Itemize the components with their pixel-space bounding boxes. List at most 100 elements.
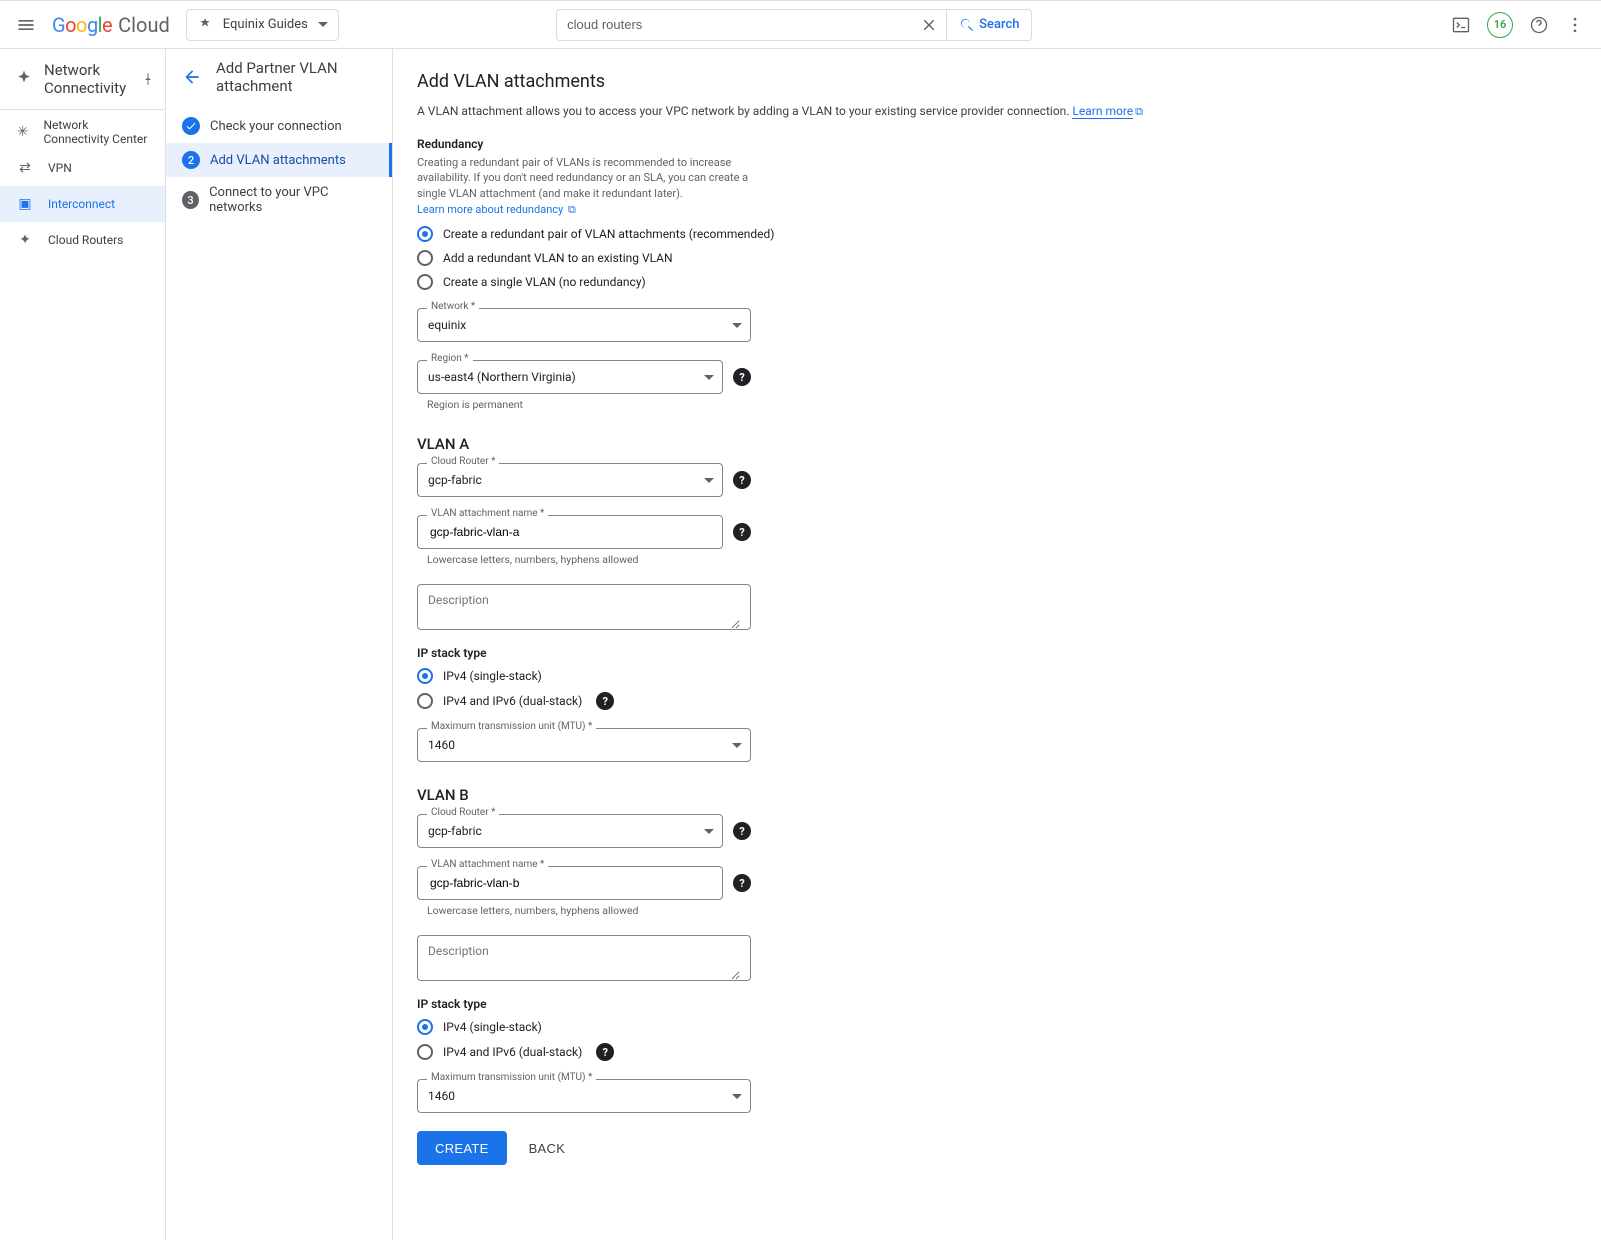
network-label: Network * — [427, 301, 479, 312]
project-selector[interactable]: Equinix Guides — [186, 9, 339, 41]
mtu-label: Maximum transmission unit (MTU) * — [427, 721, 596, 732]
clear-search-icon[interactable] — [920, 16, 938, 34]
vlan-b-mtu-select[interactable]: 1460 — [417, 1079, 751, 1113]
redundancy-radio-add-existing[interactable]: Add a redundant VLAN to an existing VLAN — [417, 250, 1169, 266]
cloud-router-label: Cloud Router * — [427, 456, 499, 467]
mtu-label: Maximum transmission unit (MTU) * — [427, 1072, 596, 1083]
search-icon — [959, 17, 975, 33]
project-label: Equinix Guides — [223, 17, 308, 32]
search-input-container — [556, 9, 946, 41]
step-connect-vpc[interactable]: 3 Connect to your VPC networks — [166, 177, 392, 223]
vlan-b-description-box — [417, 935, 751, 981]
chevron-down-icon — [704, 829, 714, 834]
wizard-stepper: Add Partner VLAN attachment Check your c… — [166, 49, 393, 1240]
radio-icon — [417, 274, 433, 290]
main-content: Add VLAN attachments A VLAN attachment a… — [393, 49, 1193, 1240]
ip-stack-heading: IP stack type — [417, 997, 1169, 1011]
back-button[interactable]: BACK — [523, 1140, 572, 1157]
page-subtitle: A VLAN attachment allows you to access y… — [417, 102, 1169, 121]
routers-icon: ✦ — [16, 231, 34, 249]
vlan-b-ipv4-radio[interactable]: IPv4 (single-stack) — [417, 1019, 1169, 1035]
step-add-vlan[interactable]: 2 Add VLAN attachments — [166, 143, 392, 177]
vlan-b-title: VLAN B — [417, 786, 1169, 804]
trial-badge[interactable]: 16 — [1487, 12, 1513, 38]
vlan-a-cloud-router-select[interactable]: gcp-fabric — [417, 463, 723, 497]
hub-icon: ✳ — [16, 123, 29, 141]
page-title: Add VLAN attachments — [417, 71, 1169, 92]
vlan-a-title: VLAN A — [417, 435, 1169, 453]
nav-item-vpn[interactable]: ⇄ VPN — [0, 150, 165, 186]
learn-more-link[interactable]: Learn more — [1072, 104, 1133, 119]
step-badge-2: 2 — [182, 151, 200, 169]
help-icon[interactable]: ? — [596, 1043, 614, 1061]
pin-icon[interactable] — [141, 72, 155, 86]
nav-item-ncc[interactable]: ✳ Network Connectivity Center — [0, 114, 165, 150]
vlan-b-description-input[interactable] — [428, 936, 740, 980]
radio-icon — [417, 250, 433, 266]
vlan-b-dual-radio[interactable]: IPv4 and IPv6 (dual-stack) ? — [417, 1043, 1169, 1061]
external-link-icon: ⧉ — [1135, 105, 1143, 118]
back-arrow-icon[interactable] — [182, 67, 202, 87]
radio-icon — [417, 668, 433, 684]
search-input[interactable] — [565, 16, 920, 33]
region-label: Region * — [427, 353, 473, 364]
cloud-shell-icon[interactable] — [1451, 15, 1471, 35]
network-select[interactable]: equinix — [417, 308, 751, 342]
vlan-a-name-field — [417, 515, 723, 549]
region-select[interactable]: us-east4 (Northern Virginia) — [417, 360, 723, 394]
header-utilities: 16 — [1451, 12, 1585, 38]
step-badge-3: 3 — [182, 191, 199, 209]
global-header: Google Cloud Equinix Guides Search 16 — [0, 1, 1601, 49]
vlan-a-dual-radio[interactable]: IPv4 and IPv6 (dual-stack) ? — [417, 692, 1169, 710]
chevron-down-icon — [732, 1094, 742, 1099]
vlan-a-name-input[interactable] — [428, 524, 714, 540]
help-icon[interactable] — [1529, 15, 1549, 35]
vlan-a-ipv4-radio[interactable]: IPv4 (single-stack) — [417, 668, 1169, 684]
menu-icon[interactable] — [16, 15, 36, 35]
vlan-a-description-box — [417, 584, 751, 630]
attach-name-label: VLAN attachment name * — [427, 859, 548, 870]
vlan-a-description-input[interactable] — [428, 585, 740, 629]
help-icon[interactable]: ? — [596, 692, 614, 710]
cloud-router-label: Cloud Router * — [427, 807, 499, 818]
interconnect-icon: ▣ — [16, 195, 34, 213]
chevron-down-icon — [732, 323, 742, 328]
help-icon[interactable]: ? — [733, 471, 751, 489]
chevron-down-icon — [318, 22, 328, 27]
ip-stack-heading: IP stack type — [417, 646, 1169, 660]
help-icon[interactable]: ? — [733, 822, 751, 840]
help-icon[interactable]: ? — [733, 874, 751, 892]
search-button-label: Search — [979, 17, 1019, 32]
redundancy-radio-single[interactable]: Create a single VLAN (no redundancy) — [417, 274, 1169, 290]
help-icon[interactable]: ? — [733, 368, 751, 386]
radio-icon — [417, 1019, 433, 1035]
nav-item-cloud-routers[interactable]: ✦ Cloud Routers — [0, 222, 165, 258]
step-check-connection[interactable]: Check your connection — [166, 109, 392, 143]
step-badge-done — [182, 117, 200, 135]
name-hint: Lowercase letters, numbers, hyphens allo… — [427, 553, 1169, 566]
chevron-down-icon — [732, 743, 742, 748]
chevron-down-icon — [704, 478, 714, 483]
vlan-b-cloud-router-select[interactable]: gcp-fabric — [417, 814, 723, 848]
search-button[interactable]: Search — [946, 9, 1032, 41]
project-icon — [197, 17, 213, 33]
vlan-b-name-field — [417, 866, 723, 900]
nav-item-interconnect[interactable]: ▣ Interconnect — [0, 186, 165, 222]
network-connectivity-icon — [14, 69, 34, 89]
stepper-title: Add Partner VLAN attachment — [216, 59, 376, 95]
product-side-nav: Network Connectivity ✳ Network Connectiv… — [0, 49, 166, 1240]
region-hint: Region is permanent — [427, 398, 1169, 411]
chevron-down-icon — [704, 375, 714, 380]
more-icon[interactable] — [1565, 15, 1585, 35]
help-icon[interactable]: ? — [733, 523, 751, 541]
vlan-b-name-input[interactable] — [428, 875, 714, 891]
name-hint: Lowercase letters, numbers, hyphens allo… — [427, 904, 1169, 917]
vlan-a-mtu-select[interactable]: 1460 — [417, 728, 751, 762]
redundancy-radio-pair[interactable]: Create a redundant pair of VLAN attachme… — [417, 226, 1169, 242]
redundancy-heading: Redundancy — [417, 137, 1169, 151]
create-button[interactable]: CREATE — [417, 1131, 507, 1165]
redundancy-desc: Creating a redundant pair of VLANs is re… — [417, 155, 757, 219]
redundancy-learn-more-link[interactable]: Learn more about redundancy — [417, 203, 563, 216]
google-cloud-logo[interactable]: Google Cloud — [52, 13, 170, 37]
radio-icon — [417, 1044, 433, 1060]
